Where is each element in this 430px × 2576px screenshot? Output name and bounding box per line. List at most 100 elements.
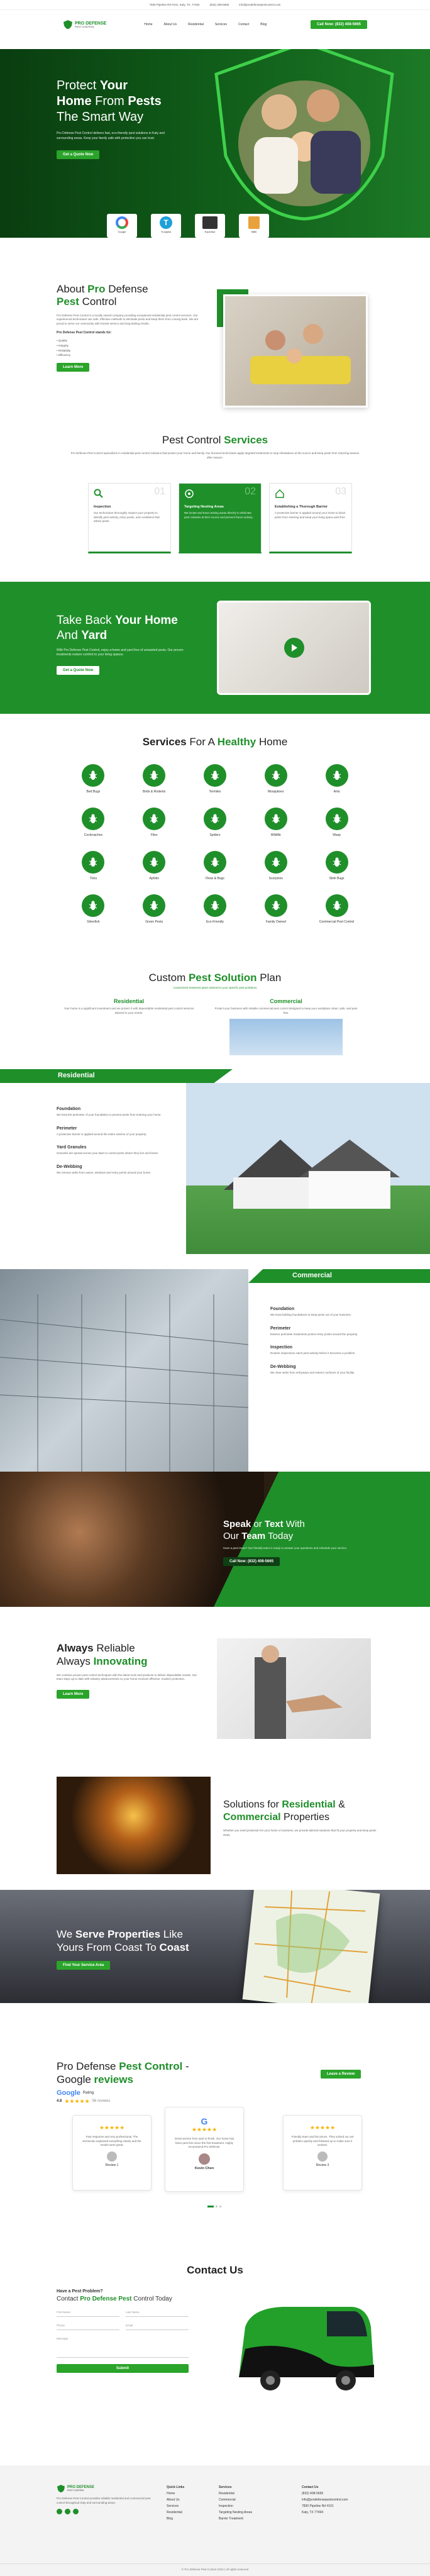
- yard-quote-button[interactable]: Get a Quote Now: [57, 665, 100, 675]
- main-nav: PRO DEFENSE PEST CONTROL Home About Us R…: [0, 10, 430, 39]
- last-name-field[interactable]: Last Name: [126, 2309, 189, 2317]
- logo[interactable]: PRO DEFENSE PEST CONTROL: [63, 19, 106, 30]
- footer-link[interactable]: Home: [167, 2490, 184, 2497]
- service-card-nesting[interactable]: 02 Targeting Nesting Areas We locate and…: [179, 483, 262, 553]
- plan-residential[interactable]: Residential Your home is a significant i…: [60, 998, 198, 1015]
- trustpilot-badge[interactable]: T Trustpilot: [151, 214, 181, 238]
- service-item[interactable]: Mosquitoes: [245, 764, 306, 794]
- always-learn-more-button[interactable]: Learn More: [57, 1689, 90, 1699]
- footer-link[interactable]: Residential: [167, 2509, 184, 2516]
- service-item[interactable]: Bed Bugs: [63, 764, 124, 794]
- speak-section: Speak or Text With Our Team Today Have a…: [0, 1472, 430, 1607]
- nav-item-contact[interactable]: Contact: [238, 23, 249, 26]
- pest-icon: [325, 764, 348, 787]
- about-subtitle: Pro Defense Pest Control stands for:: [57, 331, 112, 335]
- phone-field[interactable]: Phone: [57, 2322, 119, 2330]
- nav-item-blog[interactable]: Blog: [260, 23, 267, 26]
- service-item[interactable]: Flies: [124, 808, 185, 837]
- facebook-icon[interactable]: [57, 2509, 62, 2515]
- nav-item-home[interactable]: Home: [144, 23, 152, 26]
- service-card-inspection[interactable]: 01 Inspection Our technicians thoroughly…: [88, 483, 171, 553]
- review-card[interactable]: G ★★★★★ Great service from start to fini…: [165, 2107, 244, 2192]
- always-title: Always Reliable Always Innovating: [57, 1642, 148, 1668]
- service-card-barrier[interactable]: 03 Establishing a Thorough Barrier A pro…: [269, 483, 352, 553]
- target-icon: [185, 489, 194, 498]
- footer-phone[interactable]: (832) 408-5665: [302, 2490, 348, 2497]
- service-item[interactable]: Scorpions: [245, 851, 306, 880]
- service-item[interactable]: Silverfish: [63, 894, 124, 924]
- residential-section: Residential Foundation We treat the perim…: [0, 1069, 430, 1269]
- service-item[interactable]: Wasp: [306, 808, 367, 837]
- carousel-dots[interactable]: [207, 2206, 221, 2207]
- service-item[interactable]: Stink Bugs: [306, 851, 367, 880]
- submit-button[interactable]: Submit: [57, 2364, 189, 2373]
- message-field[interactable]: Message: [57, 2335, 189, 2358]
- service-label: Flies: [150, 833, 158, 837]
- footer-email[interactable]: info@prodefensepestcontrol.com: [302, 2497, 348, 2503]
- phone-text[interactable]: (832) 408-5665: [210, 3, 229, 6]
- review-stars: ★★★★★: [309, 2124, 336, 2131]
- nav-item-services[interactable]: Services: [215, 23, 227, 26]
- reviewer-name: Review 3: [316, 2163, 329, 2167]
- services-grid: Bed Bugs Birds & Rodents Termites Mosquitoe…: [63, 764, 367, 924]
- play-button-icon[interactable]: [284, 638, 304, 658]
- about-learn-more-button[interactable]: Learn More: [57, 362, 90, 372]
- footer-link[interactable]: Residential: [219, 2490, 252, 2497]
- footer-quick-links: Quick Links Home About Us Services Resid…: [167, 2485, 185, 2522]
- service-label: Birds & Rodents: [143, 790, 166, 794]
- footer-logo[interactable]: PRO DEFENSE PEST CONTROL: [57, 2484, 151, 2493]
- service-item[interactable]: Ants: [306, 764, 367, 794]
- expertise-badge[interactable]: Expertise: [195, 214, 225, 238]
- nav-item-about[interactable]: About Us: [164, 23, 177, 26]
- video-thumbnail[interactable]: [217, 601, 371, 695]
- leave-review-button[interactable]: Leave a Review: [321, 2070, 361, 2079]
- footer-link[interactable]: Services: [167, 2503, 184, 2509]
- pest-icon: [325, 808, 348, 830]
- call-now-button[interactable]: Call Now: (832) 408-5665: [310, 20, 367, 29]
- service-item[interactable]: Aphids: [124, 851, 185, 880]
- plan-commercial[interactable]: Commercial Protect your business with re…: [214, 998, 358, 1056]
- footer-link[interactable]: About Us: [167, 2497, 184, 2503]
- speak-description: Have a pest issue? Our friendly team is …: [223, 1546, 348, 1550]
- review-card[interactable]: ★★★★★ Friendly team and fair prices. The…: [283, 2115, 362, 2190]
- service-item[interactable]: Green Pests: [124, 894, 185, 924]
- footer-link[interactable]: Inspection: [219, 2503, 252, 2509]
- hero-title-line3: The Smart Way: [57, 110, 144, 124]
- pest-icon: [264, 764, 287, 787]
- top-bar: 7830 Pipeline Rd #101, Katy, TX, 77494 (…: [0, 0, 430, 10]
- footer-link[interactable]: Blog: [167, 2516, 184, 2522]
- footer-link[interactable]: Barrier Treatment: [219, 2516, 252, 2522]
- pest-icon: [143, 808, 166, 830]
- yard-description: With Pro Defense Pest Control, enjoy a h…: [57, 648, 184, 657]
- speak-call-button[interactable]: Call Now: (832) 408-5665: [223, 1557, 280, 1567]
- email-text[interactable]: info@prodefensepestcontrol.com: [239, 3, 280, 6]
- hero-quote-button[interactable]: Get a Quote Now: [57, 150, 100, 159]
- google-badge[interactable]: Google: [107, 214, 137, 238]
- footer-link[interactable]: Commercial: [219, 2497, 252, 2503]
- service-item[interactable]: Birds & Rodents: [124, 764, 185, 794]
- pcs-title: Pest Control Services: [162, 434, 268, 446]
- service-item[interactable]: Spiders: [185, 808, 246, 837]
- service-item[interactable]: Cockroaches: [63, 808, 124, 837]
- first-name-field[interactable]: First Name: [57, 2309, 119, 2317]
- card-number: 01: [154, 486, 165, 497]
- instagram-icon[interactable]: [65, 2509, 70, 2515]
- service-item[interactable]: Family Owned: [245, 894, 306, 924]
- review-card[interactable]: ★★★★★ Fast response and very professiona…: [72, 2115, 152, 2190]
- card-number: 03: [335, 486, 346, 497]
- service-item[interactable]: Commercial Pest Control: [306, 894, 367, 924]
- service-item[interactable]: Termites: [185, 764, 246, 794]
- bbb-badge[interactable]: BBB: [239, 214, 269, 238]
- twitter-icon[interactable]: [73, 2509, 79, 2515]
- nav-item-residential[interactable]: Residential: [188, 23, 204, 26]
- service-item[interactable]: Ticks: [63, 851, 124, 880]
- feature-de-webbing: De-Webbing We remove webs from eaves, win…: [57, 1164, 152, 1174]
- service-item[interactable]: Eco-Friendly: [185, 894, 246, 924]
- email-field[interactable]: Email: [126, 2322, 189, 2330]
- feature-perimeter: Perimeter A protective barrier is applied…: [57, 1126, 147, 1136]
- service-item[interactable]: Fleas & Bugs: [185, 851, 246, 880]
- service-area-button[interactable]: Find Your Service Area: [57, 1960, 111, 1970]
- service-item[interactable]: Wildlife: [245, 808, 306, 837]
- footer-link[interactable]: Targeting Nesting Areas: [219, 2509, 252, 2516]
- hero-title-line1: Protect Your: [57, 79, 128, 92]
